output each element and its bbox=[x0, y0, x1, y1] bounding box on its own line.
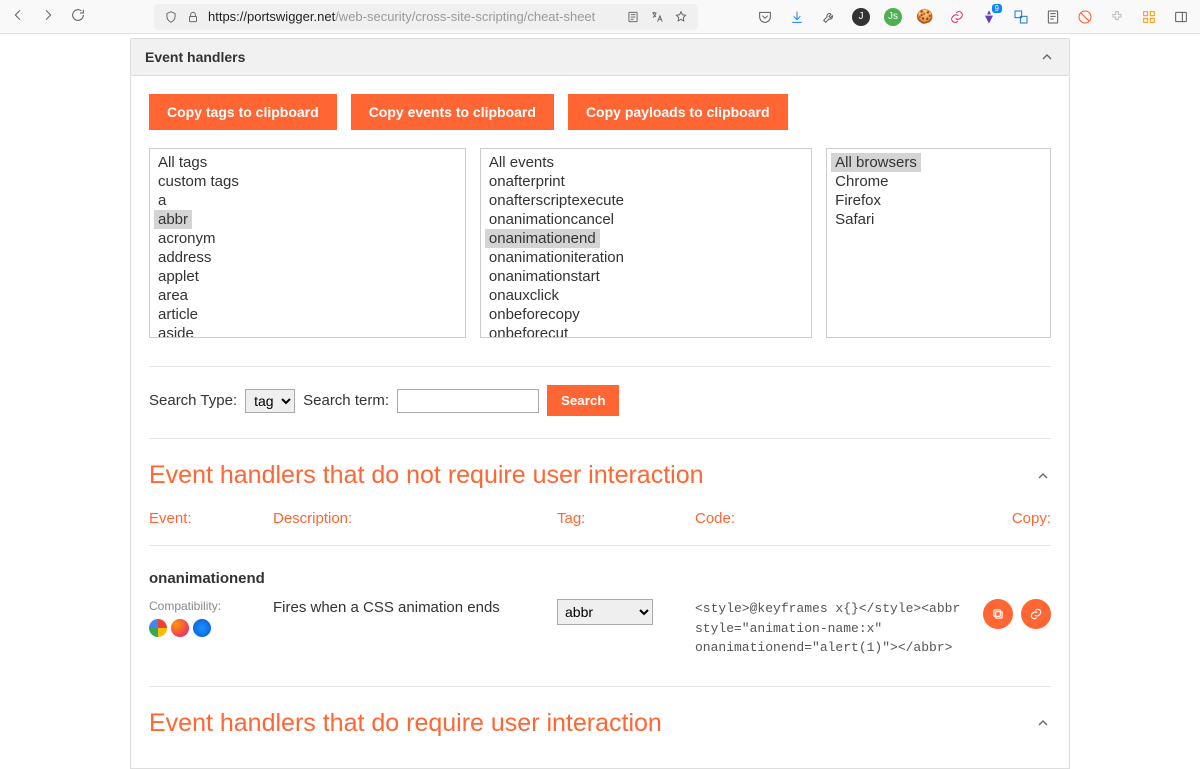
browsers-listbox[interactable]: All browsersChromeFirefoxSafari bbox=[826, 148, 1051, 338]
compat-label: Compatibility: bbox=[149, 599, 273, 613]
search-term-label: Search term: bbox=[303, 392, 389, 409]
ext-purple-icon[interactable]: 9 bbox=[980, 8, 998, 26]
col-code: Code: bbox=[695, 510, 971, 527]
section-require-interaction-header[interactable]: Event handlers that do require user inte… bbox=[149, 686, 1051, 750]
ext-link-icon[interactable] bbox=[948, 8, 966, 26]
ext-icon-green[interactable]: Js bbox=[884, 8, 902, 26]
copy-tags-button[interactable]: Copy tags to clipboard bbox=[149, 94, 337, 130]
ext-translate-icon[interactable] bbox=[1012, 8, 1030, 26]
copy-code-button[interactable] bbox=[983, 599, 1013, 629]
ext-block-icon[interactable] bbox=[1076, 8, 1094, 26]
chevron-up-icon bbox=[1035, 715, 1051, 731]
ext-cookie-icon[interactable]: 🍪 bbox=[916, 8, 934, 26]
list-item[interactable]: area bbox=[154, 286, 461, 305]
list-item[interactable]: Chrome bbox=[831, 172, 1046, 191]
sidebar-toggle-icon[interactable] bbox=[1172, 8, 1190, 26]
list-item[interactable]: onbeforecut bbox=[485, 324, 807, 338]
col-event: Event: bbox=[149, 510, 273, 527]
reader-icon[interactable] bbox=[626, 10, 640, 24]
search-button[interactable]: Search bbox=[547, 385, 619, 416]
entry-tag-select[interactable]: abbr bbox=[557, 599, 653, 625]
search-term-input[interactable] bbox=[397, 389, 539, 413]
forward-button[interactable] bbox=[40, 7, 56, 26]
list-item[interactable]: acronym bbox=[154, 229, 461, 248]
ext-puzzle-icon[interactable] bbox=[1108, 8, 1126, 26]
wrench-icon[interactable] bbox=[820, 8, 838, 26]
list-item[interactable]: onanimationend bbox=[485, 229, 600, 248]
list-item[interactable]: onanimationstart bbox=[485, 267, 807, 286]
download-icon[interactable] bbox=[788, 8, 806, 26]
list-item[interactable]: onafterscriptexecute bbox=[485, 191, 807, 210]
list-item[interactable]: onauxclick bbox=[485, 286, 807, 305]
event-entry: onanimationend Compatibility: Fires when… bbox=[149, 545, 1051, 658]
shield-icon bbox=[164, 10, 178, 24]
chrome-icon bbox=[149, 619, 167, 637]
chevron-up-icon bbox=[1039, 49, 1055, 65]
list-item[interactable]: Firefox bbox=[831, 191, 1046, 210]
ext-grid-icon[interactable] bbox=[1140, 8, 1158, 26]
list-item[interactable]: onanimationiteration bbox=[485, 248, 807, 267]
list-item[interactable]: All browsers bbox=[831, 153, 921, 172]
browser-toolbar: https://portswigger.net/web-security/cro… bbox=[0, 0, 1200, 34]
list-item[interactable]: custom tags bbox=[154, 172, 461, 191]
list-item[interactable]: onbeforecopy bbox=[485, 305, 807, 324]
copy-payloads-button[interactable]: Copy payloads to clipboard bbox=[568, 94, 788, 130]
search-type-select[interactable]: tag bbox=[245, 389, 295, 413]
panel-title: Event handlers bbox=[145, 49, 245, 65]
copy-events-button[interactable]: Copy events to clipboard bbox=[351, 94, 554, 130]
panel-header[interactable]: Event handlers bbox=[130, 38, 1070, 76]
entry-event-name: onanimationend bbox=[149, 570, 1051, 587]
col-copy: Copy: bbox=[971, 510, 1051, 527]
ext-notes-icon[interactable] bbox=[1044, 8, 1062, 26]
list-item[interactable]: a bbox=[154, 191, 461, 210]
copy-link-button[interactable] bbox=[1021, 599, 1051, 629]
list-item[interactable]: onanimationcancel bbox=[485, 210, 807, 229]
ext-icon-j[interactable]: J bbox=[852, 8, 870, 26]
list-item[interactable]: Safari bbox=[831, 210, 1046, 229]
list-item[interactable]: onafterprint bbox=[485, 172, 807, 191]
list-item[interactable]: aside bbox=[154, 324, 461, 338]
lock-icon bbox=[186, 10, 200, 24]
chevron-up-icon bbox=[1035, 468, 1051, 484]
search-type-label: Search Type: bbox=[149, 392, 237, 409]
translate-icon[interactable] bbox=[650, 10, 664, 24]
pocket-icon[interactable] bbox=[756, 8, 774, 26]
reload-button[interactable] bbox=[70, 7, 86, 26]
bookmark-star-icon[interactable] bbox=[674, 10, 688, 24]
list-item[interactable]: applet bbox=[154, 267, 461, 286]
list-item[interactable]: abbr bbox=[154, 210, 192, 229]
address-bar[interactable]: https://portswigger.net/web-security/cro… bbox=[154, 4, 698, 30]
events-listbox[interactable]: All eventsonafterprintonafterscriptexecu… bbox=[480, 148, 812, 338]
url-text: https://portswigger.net/web-security/cro… bbox=[208, 9, 595, 24]
list-item[interactable]: All events bbox=[485, 153, 807, 172]
list-item[interactable]: article bbox=[154, 305, 461, 324]
entry-code: <style>@keyframes x{}</style><abbr style… bbox=[695, 599, 971, 658]
back-button[interactable] bbox=[10, 7, 26, 26]
section-no-interaction-header[interactable]: Event handlers that do not require user … bbox=[149, 438, 1051, 502]
firefox-icon bbox=[171, 619, 189, 637]
tags-listbox[interactable]: All tagscustom tagsaabbracronymaddressap… bbox=[149, 148, 466, 338]
entry-description: Fires when a CSS animation ends bbox=[273, 599, 557, 616]
col-desc: Description: bbox=[273, 510, 557, 527]
list-item[interactable]: address bbox=[154, 248, 461, 267]
col-tag: Tag: bbox=[557, 510, 695, 527]
list-item[interactable]: All tags bbox=[154, 153, 461, 172]
safari-icon bbox=[193, 619, 211, 637]
